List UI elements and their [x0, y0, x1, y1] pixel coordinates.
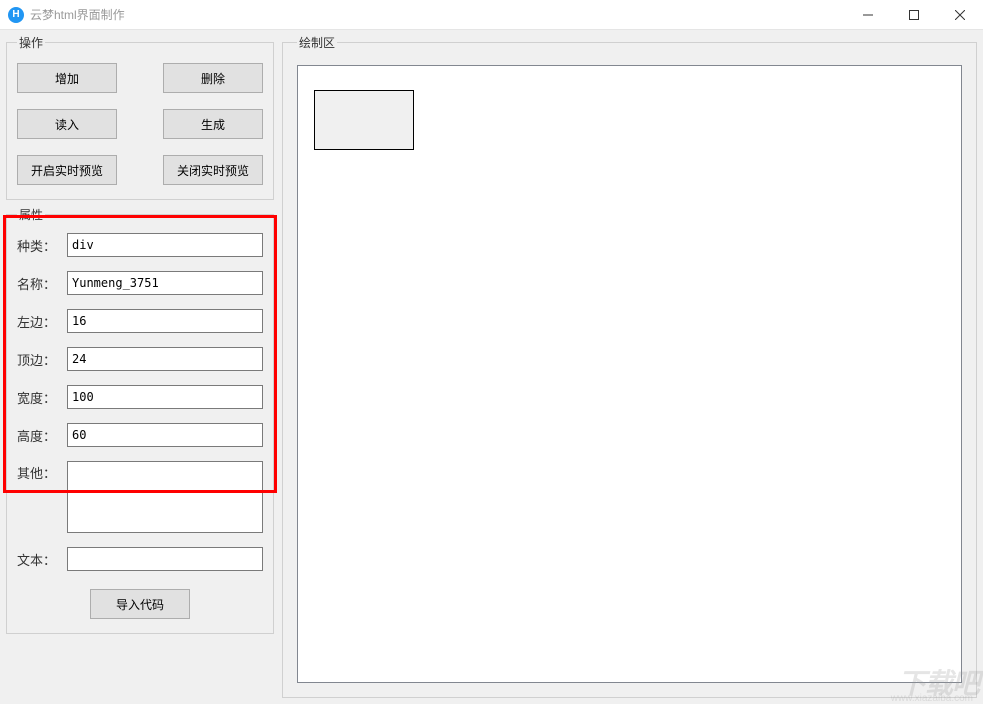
window-titlebar: H 云梦html界面制作 [0, 0, 983, 30]
name-label: 名称： [17, 274, 67, 293]
draw-legend: 绘制区 [297, 34, 337, 51]
other-input[interactable] [67, 461, 263, 533]
import-code-button[interactable]: 导入代码 [90, 589, 190, 619]
top-input[interactable] [67, 347, 263, 371]
left-input[interactable] [67, 309, 263, 333]
name-input[interactable] [67, 271, 263, 295]
left-panel: 操作 增加 删除 读入 生成 开启实时预览 关闭实时预览 属性 种类： 名称： [6, 34, 274, 698]
add-button[interactable]: 增加 [17, 63, 117, 93]
window-controls [845, 0, 983, 29]
properties-legend: 属性 [17, 206, 45, 223]
close-button[interactable] [937, 0, 983, 29]
window-title: 云梦html界面制作 [30, 6, 845, 23]
text-label: 文本： [17, 550, 67, 569]
minimize-button[interactable] [845, 0, 891, 29]
height-label: 高度： [17, 426, 67, 445]
generate-button[interactable]: 生成 [163, 109, 263, 139]
app-icon: H [8, 7, 24, 23]
preview-off-button[interactable]: 关闭实时预览 [163, 155, 263, 185]
width-input[interactable] [67, 385, 263, 409]
delete-button[interactable]: 删除 [163, 63, 263, 93]
canvas-element[interactable] [314, 90, 414, 150]
preview-on-button[interactable]: 开启实时预览 [17, 155, 117, 185]
height-input[interactable] [67, 423, 263, 447]
maximize-button[interactable] [891, 0, 937, 29]
properties-group: 属性 种类： 名称： 左边： 顶边： 宽度： 高度： [6, 206, 274, 634]
text-input[interactable] [67, 547, 263, 571]
operations-legend: 操作 [17, 34, 45, 51]
width-label: 宽度： [17, 388, 67, 407]
main-area: 操作 增加 删除 读入 生成 开启实时预览 关闭实时预览 属性 种类： 名称： [0, 30, 983, 704]
canvas-area[interactable] [297, 65, 962, 683]
left-label: 左边： [17, 312, 67, 331]
operations-group: 操作 增加 删除 读入 生成 开启实时预览 关闭实时预览 [6, 34, 274, 200]
right-panel: 绘制区 [282, 34, 977, 698]
load-button[interactable]: 读入 [17, 109, 117, 139]
other-label: 其他： [17, 461, 67, 482]
draw-group: 绘制区 [282, 34, 977, 698]
kind-input[interactable] [67, 233, 263, 257]
top-label: 顶边： [17, 350, 67, 369]
kind-label: 种类： [17, 236, 67, 255]
